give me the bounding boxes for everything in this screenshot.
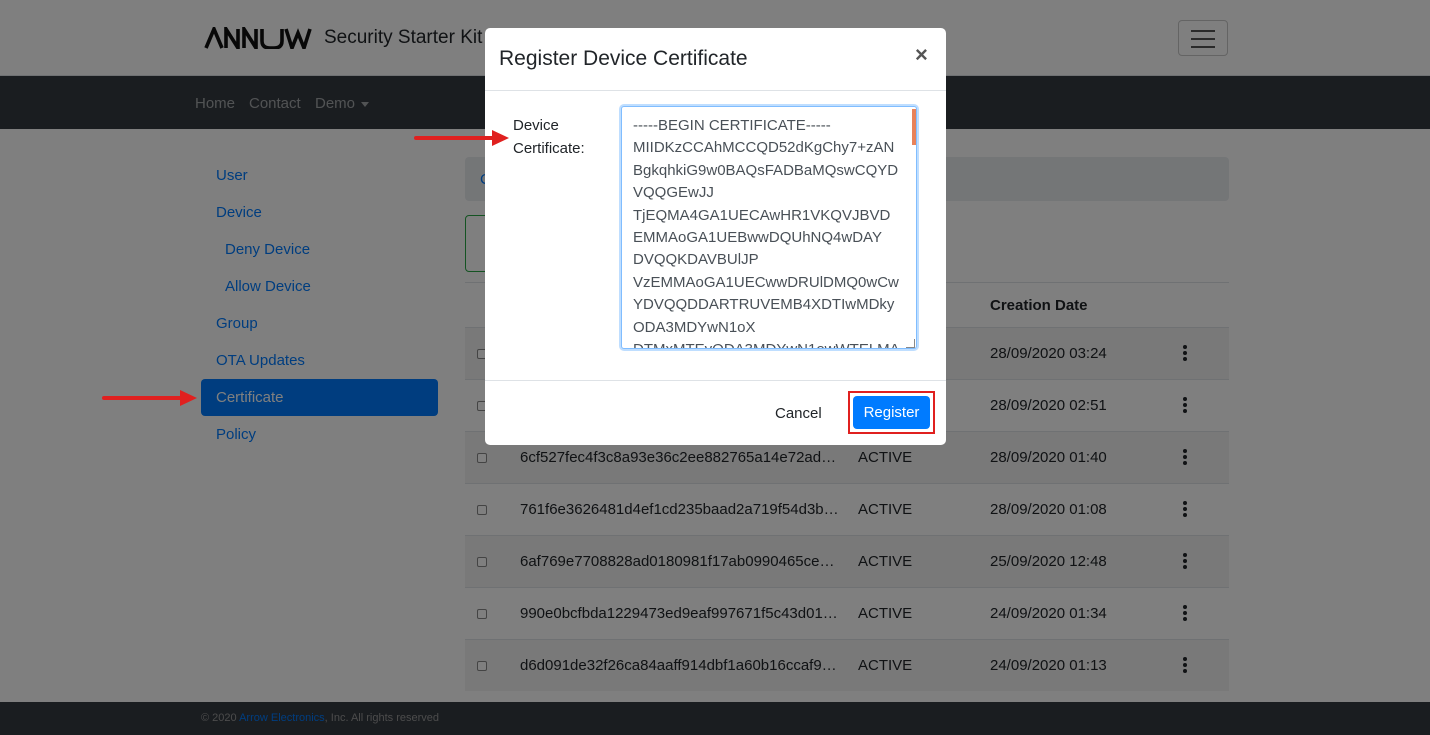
resize-handle-icon[interactable]: [906, 339, 915, 348]
certificate-text[interactable]: -----BEGIN CERTIFICATE----- MIIDKzCCAhMC…: [633, 115, 903, 348]
close-icon[interactable]: ×: [915, 42, 928, 68]
register-button[interactable]: Register: [853, 396, 930, 429]
textarea-scrollbar[interactable]: [912, 109, 916, 145]
device-certificate-label: Device Certificate:: [513, 117, 585, 157]
modal-title: Register Device Certificate: [499, 47, 748, 70]
red-arrow-annotation-icon: [102, 390, 197, 406]
modal-header-divider: [485, 90, 946, 91]
modal-footer-divider: [485, 380, 946, 381]
register-certificate-modal: Register Device Certificate × Device Cer…: [485, 28, 946, 445]
cancel-button[interactable]: Cancel: [775, 405, 822, 422]
register-highlight-box: Register: [848, 391, 935, 434]
device-certificate-textarea[interactable]: -----BEGIN CERTIFICATE----- MIIDKzCCAhMC…: [621, 106, 917, 349]
red-arrow-annotation-icon: [414, 130, 509, 146]
